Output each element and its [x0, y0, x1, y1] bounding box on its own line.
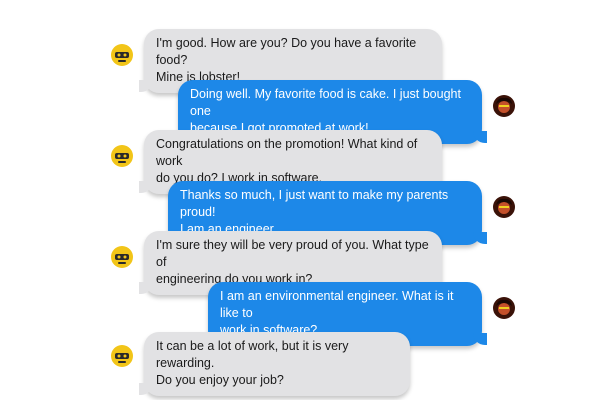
robot-avatar-icon	[111, 44, 133, 66]
user-avatar-icon	[493, 196, 515, 218]
user-avatar-icon	[493, 95, 515, 117]
robot-avatar-icon	[111, 345, 133, 367]
bot-message-bubble: It can be a lot of work, but it is very …	[139, 332, 410, 396]
user-avatar-icon	[493, 297, 515, 319]
robot-avatar-icon	[111, 246, 133, 268]
robot-avatar-icon	[111, 145, 133, 167]
